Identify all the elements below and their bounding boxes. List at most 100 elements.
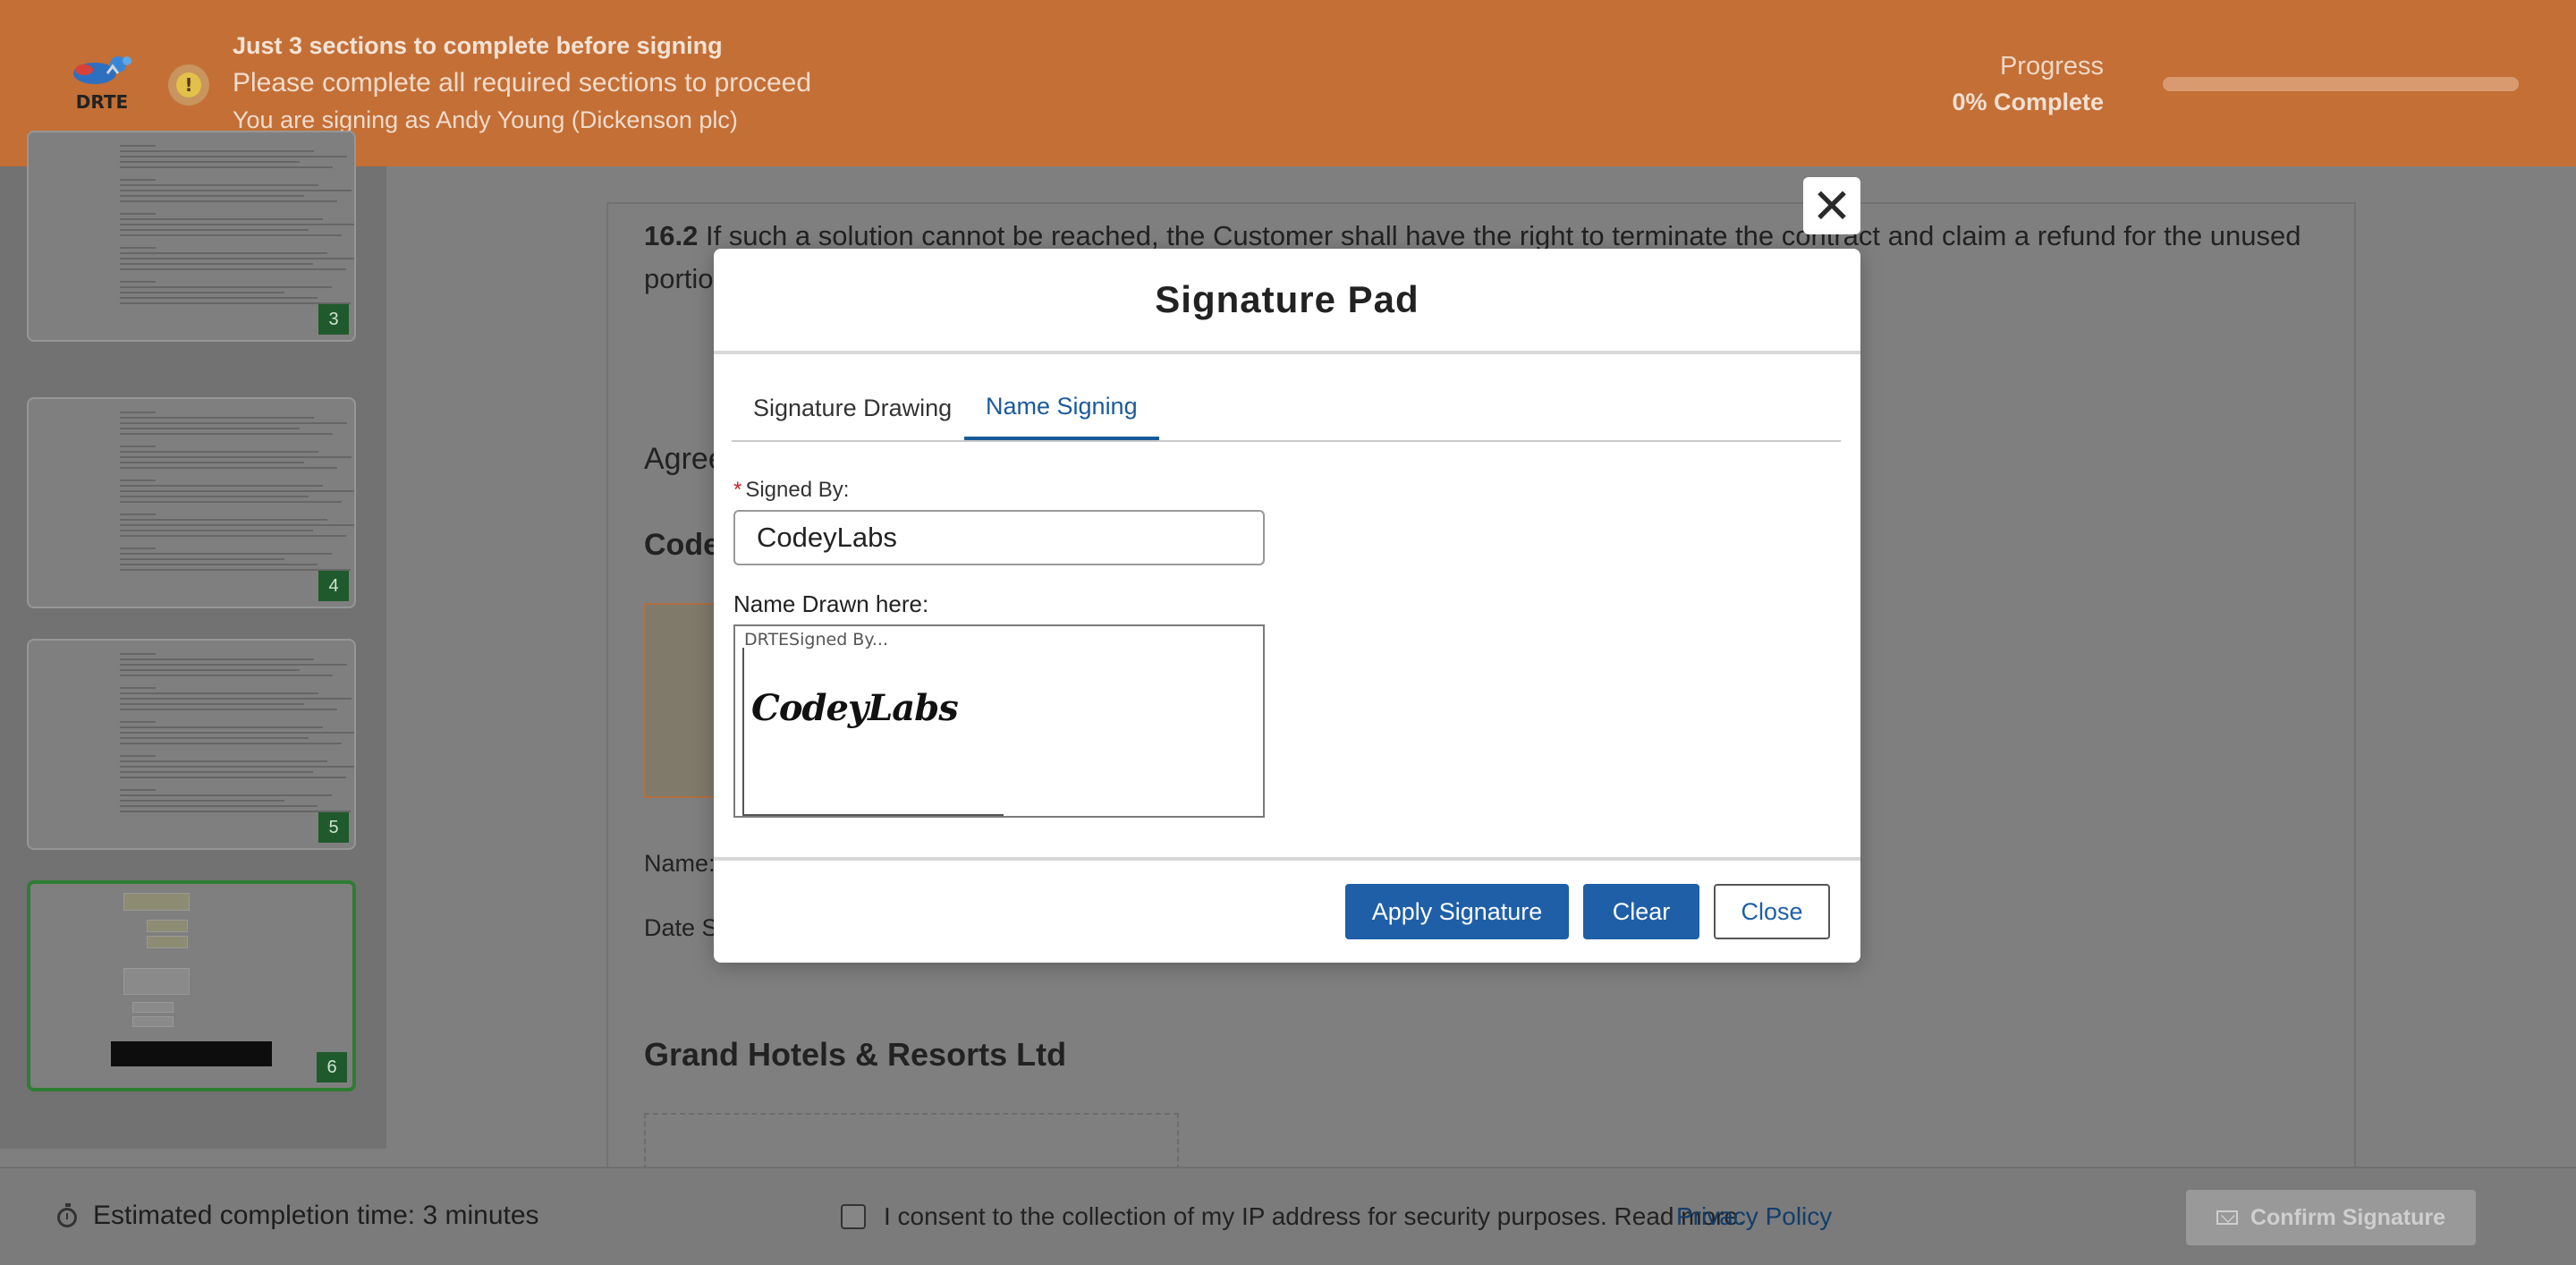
thumb-text-line — [120, 428, 300, 429]
thumb-field — [147, 936, 188, 948]
thumb-text-line — [120, 569, 351, 571]
thumb-text-line — [120, 658, 314, 660]
cloud-map-icon — [73, 56, 131, 84]
confirm-signature-label: Confirm Signature — [2250, 1204, 2446, 1230]
thumb-text-line — [120, 281, 156, 283]
confirm-signature-button[interactable]: Confirm Signature — [2186, 1190, 2476, 1245]
thumb-text-line — [120, 485, 323, 487]
page-thumbnail-6[interactable]: 6 — [27, 880, 356, 1091]
name-drawn-canvas: DRTESigned By... CodeyLabs — [733, 624, 1265, 818]
thumb-text-line — [120, 789, 156, 791]
thumb-text-line — [120, 664, 347, 666]
thumb-text-line — [120, 514, 156, 515]
thumb-text-line — [120, 258, 354, 259]
thumb-text-line — [120, 524, 354, 526]
thumb-text-line — [120, 548, 156, 549]
thumb-text-line — [120, 794, 332, 796]
signed-by-input[interactable] — [733, 510, 1265, 565]
envelope-icon — [2216, 1210, 2238, 1225]
thumb-text-line — [120, 519, 327, 521]
thumb-text-line — [120, 721, 156, 723]
thumb-text-line — [120, 480, 156, 481]
signing-footer: Estimated completion time: 3 minutes I c… — [0, 1167, 2576, 1265]
thumb-text-line — [120, 760, 327, 762]
thumb-text-line — [120, 462, 304, 463]
tab-name-signing[interactable]: Name Signing — [964, 376, 1159, 440]
apply-signature-button[interactable]: Apply Signature — [1345, 884, 1569, 939]
page-thumbnail-4[interactable]: 4 — [27, 397, 356, 608]
page-number-badge: 3 — [318, 304, 349, 335]
thumb-text-line — [120, 213, 156, 215]
second-company-heading: Grand Hotels & Resorts Ltd — [644, 1036, 1067, 1073]
modal-title: Signature Pad — [1155, 278, 1419, 320]
modal-footer-divider — [714, 857, 1860, 861]
logo-text: DRTE — [75, 91, 129, 113]
page-thumbnail-3[interactable]: 3 — [27, 131, 356, 342]
progress-bar — [2163, 77, 2519, 91]
thumb-text-line — [120, 743, 342, 744]
thumb-field — [132, 1016, 174, 1027]
thumb-text-line — [120, 200, 337, 202]
close-icon[interactable]: ✕ — [1803, 177, 1860, 234]
thumb-text-line — [120, 145, 156, 147]
signed-by-label: * Signed By: — [733, 478, 849, 503]
second-signature-field[interactable] — [644, 1113, 1179, 1170]
thumb-text-line — [120, 252, 327, 254]
thumb-text-line — [120, 234, 342, 236]
signing-header: DRTE ! Just 3 sections to complete befor… — [0, 0, 2576, 166]
thumb-text-line — [120, 687, 156, 689]
thumb-text-line — [120, 161, 300, 163]
thumb-text-line — [120, 286, 332, 288]
thumb-text-line — [120, 446, 156, 447]
thumb-text-line — [120, 553, 332, 555]
signed-by-label-text: Signed By: — [745, 478, 850, 502]
signature-tabs: Signature Drawing Name Signing — [732, 376, 1841, 442]
drawn-signature: CodeyLabs — [751, 687, 959, 729]
thumb-text-line — [120, 417, 314, 419]
thumb-text-line — [120, 501, 342, 503]
ip-consent-checkbox[interactable] — [841, 1204, 866, 1229]
thumb-text-line — [120, 726, 323, 728]
thumb-text-line — [120, 709, 337, 710]
thumb-text-line — [120, 755, 156, 757]
thumb-text-line — [120, 297, 318, 299]
thumb-text-line — [120, 805, 318, 807]
drawn-watermark: DRTESigned By... — [744, 630, 888, 649]
thumb-field — [147, 920, 188, 932]
header-subtitle: Please complete all required sections to… — [233, 68, 812, 98]
page-thumbnail-5[interactable]: 5 — [27, 639, 356, 850]
clause-number: 16.2 — [644, 220, 699, 251]
thumb-text-line — [120, 156, 347, 157]
thumb-text-line — [120, 653, 156, 655]
thumb-text-line — [120, 166, 333, 168]
drte-logo: DRTE — [68, 52, 136, 113]
progress-label: Progress — [1999, 52, 2104, 81]
thumb-text-line — [120, 229, 309, 231]
warning-icon: ! — [168, 64, 209, 106]
thumb-text-line — [120, 467, 337, 469]
thumb-text-line — [120, 292, 284, 293]
thumb-text-line — [120, 218, 323, 220]
privacy-policy-link[interactable]: Privacy Policy — [1676, 1202, 1832, 1231]
progress-value: 0% Complete — [1952, 89, 2104, 115]
estimated-time: Estimated completion time: 3 minutes — [93, 1201, 539, 1230]
thumb-text-line — [120, 530, 313, 531]
thumb-text-line — [120, 564, 318, 565]
stopwatch-icon — [57, 1203, 77, 1227]
signature-pad-modal: Signature Pad Signature Drawing Name Sig… — [714, 249, 1860, 963]
thumb-redaction-bar — [111, 1041, 272, 1066]
thumb-text-line — [120, 777, 346, 778]
thumb-text-line — [120, 179, 156, 181]
tab-signature-drawing[interactable]: Signature Drawing — [732, 376, 973, 440]
thumb-text-line — [120, 195, 304, 197]
close-button[interactable]: Close — [1714, 884, 1830, 939]
thumb-text-line — [120, 669, 300, 671]
page-number-badge: 6 — [317, 1052, 347, 1082]
thumb-text-line — [120, 698, 352, 700]
clear-button[interactable]: Clear — [1583, 884, 1699, 939]
signature-field[interactable] — [644, 603, 716, 798]
thumb-text-line — [120, 771, 313, 773]
name-label: Name: — [644, 850, 716, 877]
thumb-text-line — [120, 496, 309, 497]
thumb-text-line — [120, 811, 351, 812]
